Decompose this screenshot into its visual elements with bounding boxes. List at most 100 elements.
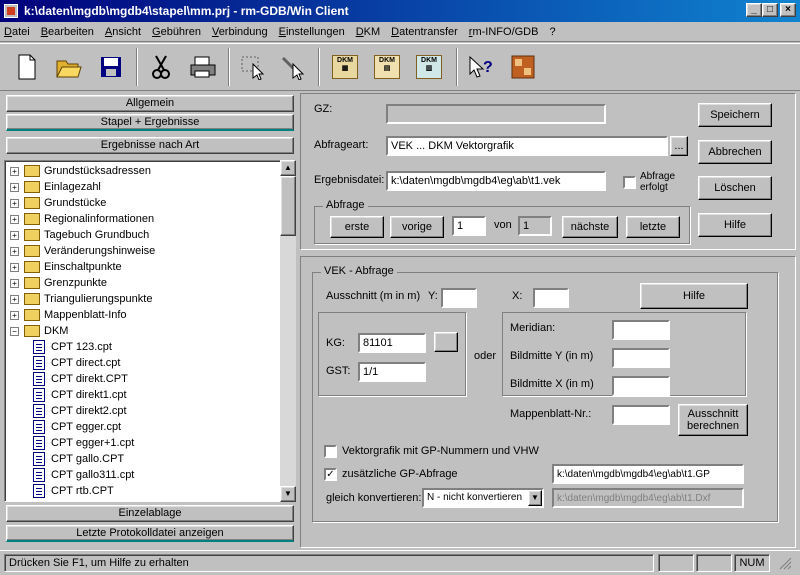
dkm-2-icon[interactable]: DKM ▤ xyxy=(370,48,404,86)
naechste-button[interactable]: nächste xyxy=(562,216,618,238)
tree-item[interactable]: + Einlagezahl xyxy=(5,179,101,195)
menu-verbindung[interactable]: Verbindung xyxy=(212,26,268,38)
tree-item[interactable]: + Grundstücke xyxy=(5,195,106,211)
vektorgrafik-gp-checkbox[interactable] xyxy=(324,445,337,458)
tree-scrollbar[interactable]: ▲ ▼ xyxy=(280,160,296,502)
konvertieren-select[interactable]: N - nicht konvertieren ▼ xyxy=(422,488,544,508)
results-tree[interactable]: + Grundstücksadressen + Einlagezahl + Grundst… xyxy=(4,160,296,502)
help-cursor-icon[interactable]: ? xyxy=(464,48,498,86)
kg-field[interactable] xyxy=(358,333,426,353)
new-file-icon[interactable] xyxy=(10,48,44,86)
tree-item[interactable]: + Einschaltpunkte xyxy=(5,259,122,275)
dkm-1-icon[interactable]: DKM ▦ xyxy=(328,48,362,86)
tree-item[interactable]: CPT rtb.CPT xyxy=(5,483,114,499)
speichern-button[interactable]: Speichern xyxy=(698,103,772,127)
collapse-icon[interactable]: − xyxy=(10,326,19,336)
tree-item[interactable]: − DKM xyxy=(5,323,68,339)
tree-item[interactable]: + Grenzpunkte xyxy=(5,275,107,291)
dkm-3-icon[interactable]: DKM ▥ xyxy=(412,48,446,86)
gst-field[interactable] xyxy=(358,362,426,382)
letzte-button[interactable]: letzte xyxy=(626,216,680,238)
allgemein-button[interactable]: Allgemein xyxy=(6,95,294,112)
expand-icon[interactable]: + xyxy=(10,166,19,176)
menu-datentransfer[interactable]: Datentransfer xyxy=(391,26,458,38)
scroll-thumb[interactable] xyxy=(280,176,296,236)
open-folder-icon[interactable] xyxy=(52,48,86,86)
abfrageart-field[interactable] xyxy=(386,136,668,156)
chevron-down-icon[interactable]: ▼ xyxy=(528,490,542,506)
expand-icon[interactable]: + xyxy=(10,198,19,208)
kg-browse-button[interactable] xyxy=(434,332,458,352)
einzelablage-button[interactable]: Einzelablage xyxy=(6,505,294,522)
zusaetzliche-gp-checkbox[interactable]: ✓ xyxy=(324,468,337,481)
tree-item[interactable]: CPT direkt1.cpt xyxy=(5,387,127,403)
menu-dkm[interactable]: DKM xyxy=(356,26,380,38)
resize-grip-icon[interactable] xyxy=(772,554,796,572)
tree-item[interactable]: CPT direkt.CPT xyxy=(5,371,128,387)
gis-icon[interactable] xyxy=(506,48,540,86)
close-button[interactable]: × xyxy=(780,3,796,17)
expand-icon[interactable]: + xyxy=(10,310,19,320)
tree-item[interactable]: CPT egger+1.cpt xyxy=(5,435,134,451)
abfrage-erfolgt-checkbox[interactable] xyxy=(623,176,636,189)
menu-datei[interactable]: Datei xyxy=(4,26,30,38)
expand-icon[interactable]: + xyxy=(10,214,19,224)
minimize-button[interactable]: _ xyxy=(746,3,762,17)
ergebnisse-nach-art-button[interactable]: Ergebnisse nach Art xyxy=(6,137,294,154)
gz-field[interactable] xyxy=(386,104,606,124)
expand-icon[interactable]: + xyxy=(10,182,19,192)
toolbar: DKM ▦ DKM ▤ DKM ▥ ? xyxy=(0,43,800,91)
tree-item[interactable]: CPT gallo311.cpt xyxy=(5,467,134,483)
cut-scissors-icon[interactable] xyxy=(144,48,178,86)
save-disk-icon[interactable] xyxy=(94,48,128,86)
mappenblatt-field[interactable] xyxy=(612,405,670,425)
bildmitte-x-field[interactable] xyxy=(612,376,670,396)
expand-icon[interactable]: + xyxy=(10,262,19,272)
ergebnisdatei-field[interactable] xyxy=(386,171,606,191)
scroll-down-arrow-icon[interactable]: ▼ xyxy=(280,486,296,502)
tree-item[interactable]: CPT gallo.CPT xyxy=(5,451,124,467)
tree-item[interactable]: + Mappenblatt-Info xyxy=(5,307,127,323)
ausschnitt-y-field[interactable] xyxy=(441,288,477,308)
expand-icon[interactable]: + xyxy=(10,278,19,288)
tree-item[interactable]: CPT egger.cpt xyxy=(5,419,121,435)
hilfe-button-top[interactable]: Hilfe xyxy=(698,213,772,237)
expand-icon[interactable]: + xyxy=(10,294,19,304)
info-tool-icon[interactable] xyxy=(276,48,310,86)
scroll-up-arrow-icon[interactable]: ▲ xyxy=(280,160,296,176)
tree-item[interactable]: + Regionalinformationen xyxy=(5,211,154,227)
ausschnitt-berechnen-button[interactable]: Ausschnitt berechnen xyxy=(678,404,748,436)
print-icon[interactable] xyxy=(186,48,220,86)
gp-path-field[interactable] xyxy=(552,464,744,484)
menu-gebuehren[interactable]: Gebühren xyxy=(152,26,201,38)
tree-item[interactable]: + Veränderungshinweise xyxy=(5,243,155,259)
tree-item[interactable]: + Tagebuch Grundbuch xyxy=(5,227,149,243)
tree-item-label: Einschaltpunkte xyxy=(44,261,122,273)
tree-item[interactable]: + Triangulierungspunkte xyxy=(5,291,152,307)
maximize-button[interactable]: □ xyxy=(762,3,778,17)
protokolldatei-button[interactable]: Letzte Protokolldatei anzeigen xyxy=(6,525,294,542)
bildmitte-y-field[interactable] xyxy=(612,348,670,368)
menu-bearbeiten[interactable]: Bearbeiten xyxy=(41,26,94,38)
expand-icon[interactable]: + xyxy=(10,246,19,256)
tree-item[interactable]: CPT direct.cpt xyxy=(5,355,121,371)
abfrageart-browse-button[interactable]: ... xyxy=(670,136,688,156)
tree-item[interactable]: + Grundstücksadressen xyxy=(5,163,151,179)
current-record-field[interactable] xyxy=(452,216,486,236)
menu-ansicht[interactable]: Ansicht xyxy=(105,26,141,38)
tree-item[interactable]: CPT 123.cpt xyxy=(5,339,112,355)
vorige-button[interactable]: vorige xyxy=(390,216,444,238)
hilfe-button-vek[interactable]: Hilfe xyxy=(640,283,748,309)
tree-item[interactable]: CPT direkt2.cpt xyxy=(5,403,127,419)
menu-rm-info[interactable]: rm-INFO/GDB xyxy=(469,26,539,38)
meridian-field[interactable] xyxy=(612,320,670,340)
abbrechen-button[interactable]: Abbrechen xyxy=(698,140,772,164)
expand-icon[interactable]: + xyxy=(10,230,19,240)
menu-einstellungen[interactable]: Einstellungen xyxy=(279,26,345,38)
select-tool-icon[interactable] xyxy=(236,48,270,86)
menu-help[interactable]: ? xyxy=(549,26,555,38)
erste-button[interactable]: erste xyxy=(330,216,384,238)
loeschen-button[interactable]: Löschen xyxy=(698,176,772,200)
ausschnitt-x-field[interactable] xyxy=(533,288,569,308)
stapel-ergebnisse-button[interactable]: Stapel + Ergebnisse xyxy=(6,114,294,131)
